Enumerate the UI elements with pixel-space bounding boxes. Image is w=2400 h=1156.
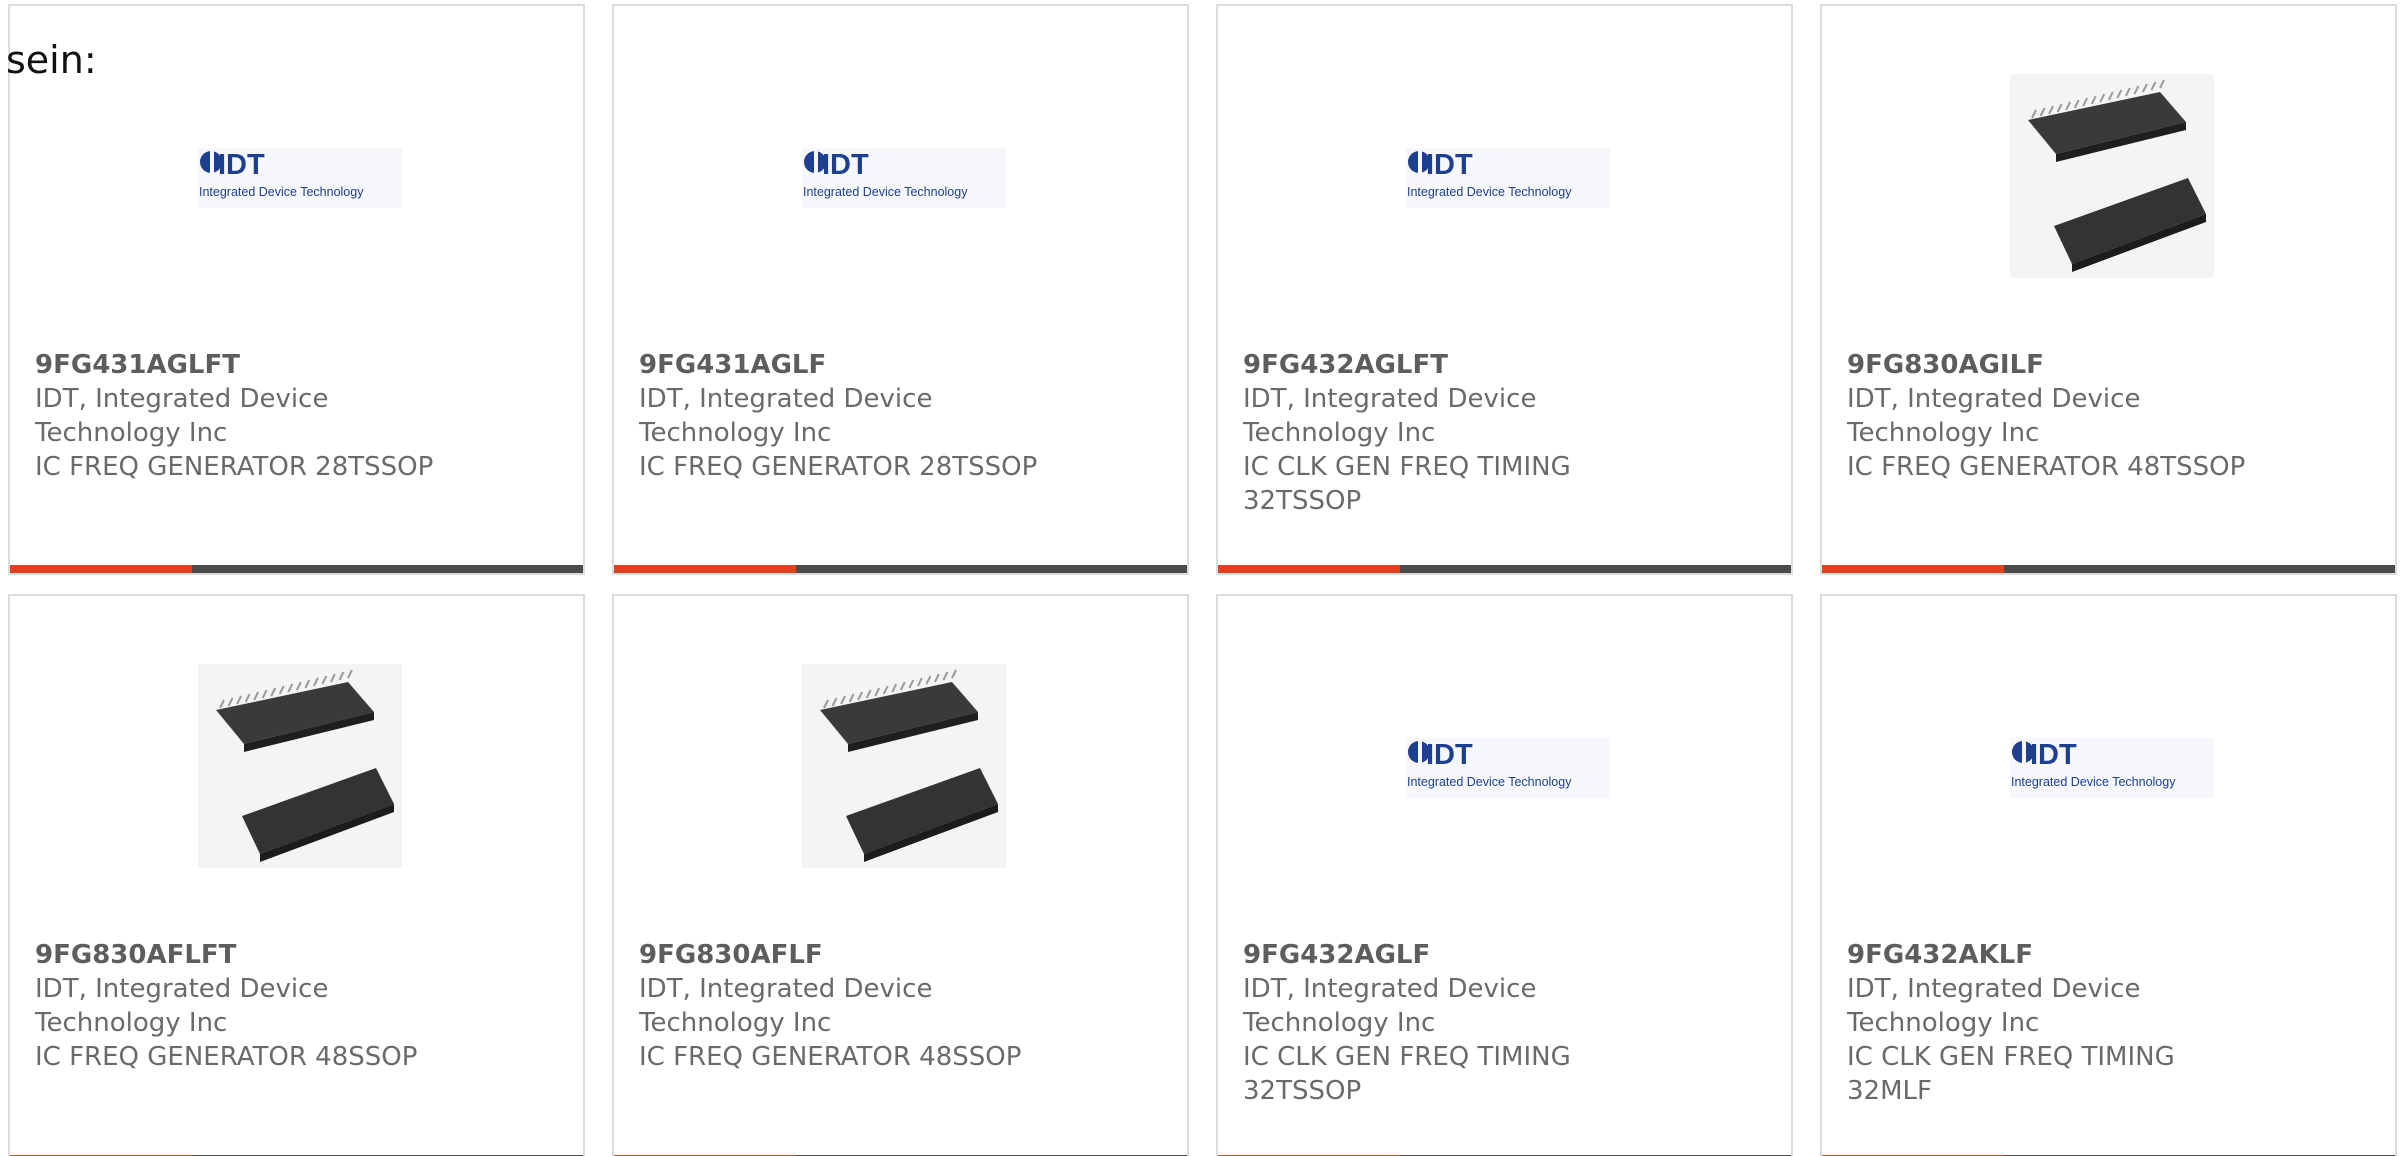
product-description: IC CLK GEN FREQ TIMING 32MLF (1847, 1042, 2175, 1106)
svg-text:Integrated Device Technology: Integrated Device Technology (803, 185, 968, 199)
ic-chip-image (802, 664, 1006, 872)
part-number-link[interactable]: 9FG830AGILF (1847, 348, 2267, 382)
product-image[interactable] (2010, 74, 2214, 282)
product-description: IC FREQ GENERATOR 28TSSOP (35, 452, 434, 482)
product-description: IC FREQ GENERATOR 28TSSOP (639, 452, 1038, 482)
manufacturer-name: IDT, Integrated Device Technology Inc (1243, 974, 1537, 1038)
part-number-link[interactable]: 9FG432AGLFT (1243, 348, 1663, 382)
part-number-link[interactable]: 9FG830AFLF (639, 938, 1059, 972)
card-accent-strip (614, 565, 796, 573)
product-card[interactable]: IDT Integrated Device Technology 9FG432AKL… (1820, 594, 2397, 1156)
ic-chip-image (198, 664, 402, 872)
product-image[interactable]: IDT Integrated Device Technology (2010, 666, 2214, 870)
part-number-link[interactable]: 9FG431AGLFT (35, 348, 455, 382)
idt-logo: IDT Integrated Device Technology (802, 148, 1006, 208)
card-accent-strip (1218, 565, 1400, 573)
intro-text: sein: (6, 38, 97, 82)
product-card[interactable]: 9FG830AFLFT IDT, Integrated Device Techno… (8, 594, 585, 1156)
card-footer-bar (10, 565, 583, 573)
svg-text:Integrated Device Technology: Integrated Device Technology (1407, 185, 1572, 199)
product-info: 9FG432AGLFT IDT, Integrated Device Techno… (1243, 348, 1663, 518)
product-description: IC FREQ GENERATOR 48SSOP (35, 1042, 418, 1072)
idt-logo: IDT Integrated Device Technology (1406, 738, 1610, 798)
part-number-link[interactable]: 9FG830AFLFT (35, 938, 455, 972)
part-number-link[interactable]: 9FG432AGLF (1243, 938, 1663, 972)
product-description: IC FREQ GENERATOR 48SSOP (639, 1042, 1022, 1072)
manufacturer-name: IDT, Integrated Device Technology Inc (35, 974, 329, 1038)
product-info: 9FG432AGLF IDT, Integrated Device Technol… (1243, 938, 1663, 1108)
part-number-link[interactable]: 9FG431AGLF (639, 348, 1059, 382)
idt-logo: IDT Integrated Device Technology (198, 148, 402, 208)
svg-text:Integrated Device Technology: Integrated Device Technology (1407, 775, 1572, 789)
product-info: 9FG830AGILF IDT, Integrated Device Techno… (1847, 348, 2267, 484)
product-description: IC CLK GEN FREQ TIMING 32TSSOP (1243, 452, 1571, 516)
card-footer-bar (1218, 565, 1791, 573)
manufacturer-name: IDT, Integrated Device Technology Inc (639, 384, 933, 448)
svg-text:IDT: IDT (218, 149, 265, 181)
product-card[interactable]: IDT Integrated Device Technology 9FG431AGL… (612, 4, 1189, 575)
manufacturer-name: IDT, Integrated Device Technology Inc (1847, 384, 2141, 448)
manufacturer-name: IDT, Integrated Device Technology Inc (1847, 974, 2141, 1038)
product-info: 9FG830AFLFT IDT, Integrated Device Techno… (35, 938, 455, 1074)
card-footer-bar (614, 565, 1187, 573)
card-accent-strip (10, 565, 192, 573)
product-image[interactable]: IDT Integrated Device Technology (1406, 76, 1610, 280)
product-card[interactable]: IDT Integrated Device Technology 9FG432AGL… (1216, 4, 1793, 575)
ic-chip-image (2010, 74, 2214, 282)
product-grid-page: sein: IDT Integrated Device Technology 9FG… (0, 0, 2400, 1156)
card-accent-strip (1822, 565, 2004, 573)
product-card[interactable]: 9FG830AGILF IDT, Integrated Device Techno… (1820, 4, 2397, 575)
manufacturer-name: IDT, Integrated Device Technology Inc (35, 384, 329, 448)
product-info: 9FG432AKLF IDT, Integrated Device Technol… (1847, 938, 2267, 1108)
svg-text:Integrated Device Technology: Integrated Device Technology (199, 185, 364, 199)
product-card[interactable]: IDT Integrated Device Technology 9FG432AGL… (1216, 594, 1793, 1156)
svg-text:IDT: IDT (2030, 739, 2077, 771)
product-image[interactable]: IDT Integrated Device Technology (198, 76, 402, 280)
manufacturer-name: IDT, Integrated Device Technology Inc (1243, 384, 1537, 448)
svg-text:IDT: IDT (1426, 739, 1473, 771)
svg-text:Integrated Device Technology: Integrated Device Technology (2011, 775, 2176, 789)
product-info: 9FG830AFLF IDT, Integrated Device Technol… (639, 938, 1059, 1074)
part-number-link[interactable]: 9FG432AKLF (1847, 938, 2267, 972)
idt-logo: IDT Integrated Device Technology (2010, 738, 2214, 798)
svg-text:IDT: IDT (1426, 149, 1473, 181)
card-footer-bar (1822, 565, 2395, 573)
idt-logo: IDT Integrated Device Technology (1406, 148, 1610, 208)
product-card[interactable]: 9FG830AFLF IDT, Integrated Device Technol… (612, 594, 1189, 1156)
product-image[interactable] (802, 664, 1006, 872)
product-info: 9FG431AGLF IDT, Integrated Device Technol… (639, 348, 1059, 484)
product-card[interactable]: IDT Integrated Device Technology 9FG431AGL… (8, 4, 585, 575)
manufacturer-name: IDT, Integrated Device Technology Inc (639, 974, 933, 1038)
product-description: IC FREQ GENERATOR 48TSSOP (1847, 452, 2246, 482)
product-image[interactable] (198, 664, 402, 872)
product-description: IC CLK GEN FREQ TIMING 32TSSOP (1243, 1042, 1571, 1106)
product-image[interactable]: IDT Integrated Device Technology (802, 76, 1006, 280)
product-info: 9FG431AGLFT IDT, Integrated Device Techno… (35, 348, 455, 484)
product-image[interactable]: IDT Integrated Device Technology (1406, 666, 1610, 870)
svg-text:IDT: IDT (822, 149, 869, 181)
